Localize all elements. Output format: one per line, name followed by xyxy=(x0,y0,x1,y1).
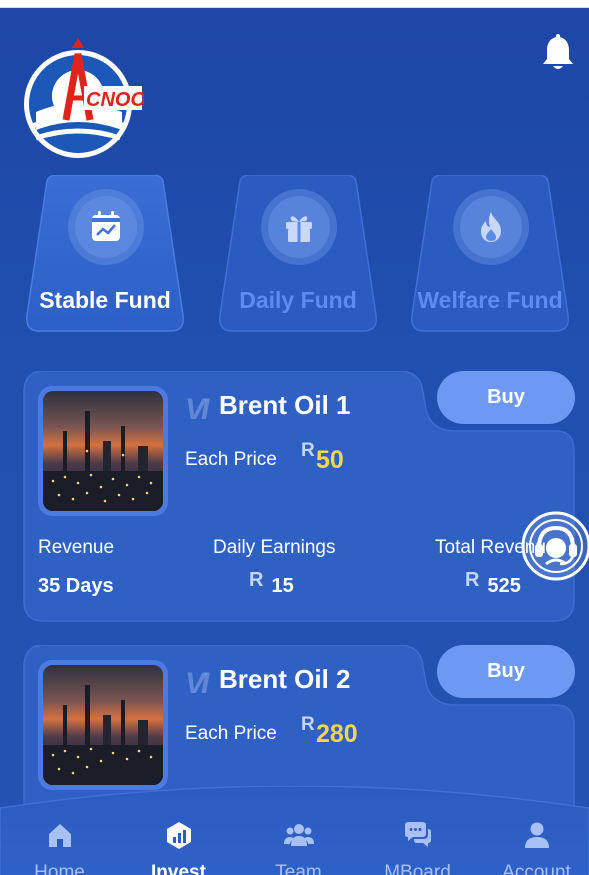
tab-daily-fund[interactable]: Daily Fund xyxy=(218,175,378,333)
currency-symbol: R xyxy=(249,569,264,591)
nav-account[interactable]: Account xyxy=(478,786,589,875)
refinery-image xyxy=(43,665,163,785)
nav-mboard[interactable]: MBoard xyxy=(359,786,476,875)
nav-label: MBoard xyxy=(384,862,451,875)
currency-symbol: R xyxy=(301,714,315,735)
buy-button[interactable]: Buy xyxy=(437,371,575,424)
nav-label: Invest xyxy=(151,862,206,875)
fund-label: Stable Fund xyxy=(39,287,171,313)
tab-stable-fund[interactable]: Stable Fund xyxy=(25,175,185,333)
bell-icon[interactable] xyxy=(540,33,576,73)
logo-text: CNOOC xyxy=(86,89,144,111)
gift-icon xyxy=(286,216,312,242)
price-label: Each Price xyxy=(185,449,277,470)
fund-icon-circle xyxy=(453,189,529,265)
nav-home[interactable]: Home xyxy=(1,786,118,875)
nav-label: Account xyxy=(502,862,571,875)
fund-label: Daily Fund xyxy=(239,287,357,313)
vip-badge: VI xyxy=(185,393,209,426)
buy-button[interactable]: Buy xyxy=(437,645,575,698)
daily-earnings-label: Daily Earnings xyxy=(213,537,336,558)
flame-icon xyxy=(481,212,501,242)
revenue-label: Revenue xyxy=(38,537,115,558)
product-name: Brent Oil 2 xyxy=(219,664,351,694)
product-price: 50 xyxy=(316,446,344,474)
tab-welfare-fund[interactable]: Welfare Fund xyxy=(410,175,570,333)
browser-top-strip xyxy=(0,0,589,8)
nav-invest[interactable]: Invest xyxy=(120,786,237,875)
daily-earnings-amount: 15 xyxy=(271,575,294,597)
chat-icon xyxy=(405,822,431,847)
total-revenue-value: R 525 xyxy=(465,569,521,598)
product-image-frame xyxy=(38,386,168,516)
invest-icon xyxy=(167,822,191,849)
vip-badge: VI xyxy=(185,667,209,700)
calendar-chart-icon xyxy=(92,211,120,241)
currency-symbol: R xyxy=(465,569,480,591)
home-icon xyxy=(49,824,71,847)
product-name: Brent Oil 1 xyxy=(219,390,351,420)
nav-team[interactable]: Team xyxy=(240,786,357,875)
company-logo: CNOOC xyxy=(22,34,161,160)
fund-icon-circle xyxy=(68,189,144,265)
price-label: Each Price xyxy=(185,723,277,744)
product-price: 280 xyxy=(316,720,358,748)
product-card: VI Brent Oil 1 Each Price R 50 Buy Reven… xyxy=(22,371,576,623)
currency-symbol: R xyxy=(301,440,315,461)
nav-label: Team xyxy=(275,862,322,875)
total-revenue-amount: 525 xyxy=(487,575,521,597)
user-icon xyxy=(525,822,549,848)
fund-icon-circle xyxy=(261,189,337,265)
daily-earnings-value: R 15 xyxy=(249,569,294,598)
app-screen: CNOOC Stable Fund xyxy=(0,8,589,875)
revenue-value: 35 Days xyxy=(38,575,114,597)
fund-label: Welfare Fund xyxy=(417,287,563,313)
bottom-nav: Home Invest Team MBoard Account xyxy=(0,786,589,875)
team-icon xyxy=(284,824,314,846)
refinery-image xyxy=(43,391,163,511)
product-image-frame xyxy=(38,660,168,790)
nav-label: Home xyxy=(34,862,85,875)
customer-support-icon[interactable] xyxy=(520,510,589,582)
